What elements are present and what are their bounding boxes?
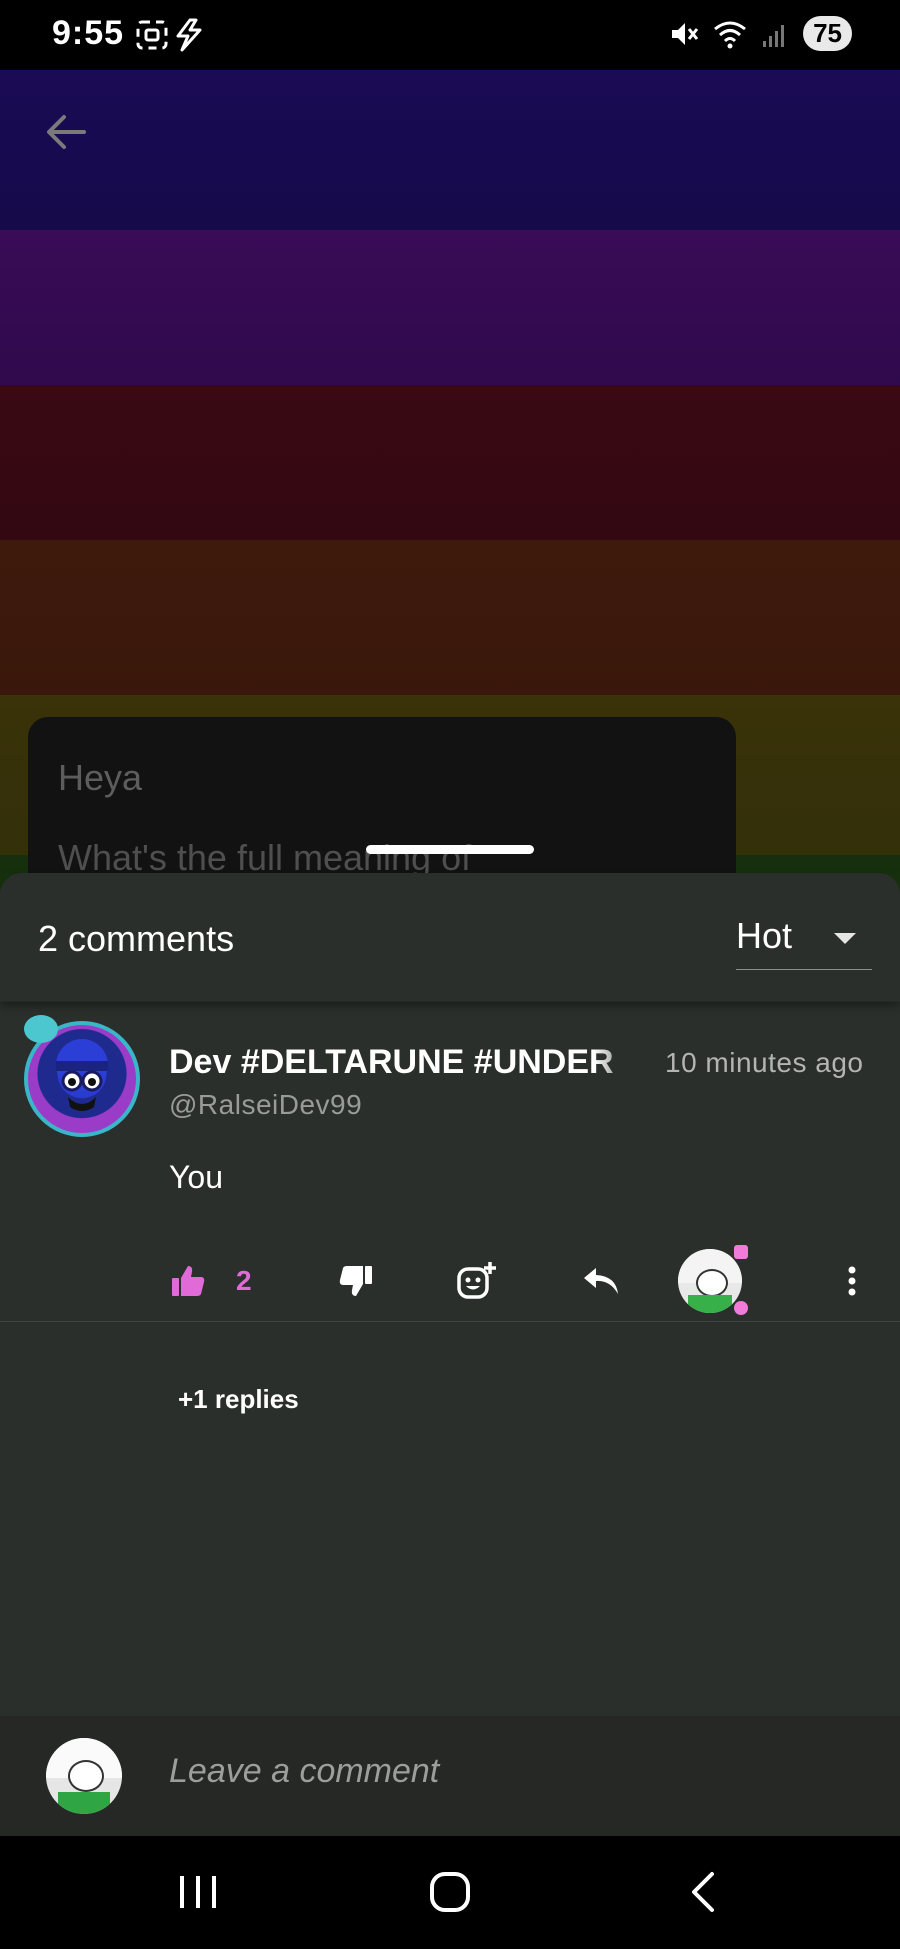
sort-dropdown[interactable]: Hot — [736, 913, 872, 970]
band-purple — [0, 230, 900, 385]
comments-header: 2 comments Hot — [0, 873, 900, 1002]
status-time: 9:55 — [52, 14, 125, 52]
chevron-down-icon — [834, 933, 856, 944]
comment-item: Dev #DELTARUNE #UNDER 10 minutes ago @Ra… — [0, 1001, 900, 1322]
comment-handle[interactable]: @RalseiDev99 — [169, 1089, 362, 1121]
author-fade — [594, 1037, 644, 1085]
mute-icon — [672, 22, 699, 45]
comment-actions: 2 — [0, 1241, 900, 1321]
user-avatar — [46, 1738, 122, 1814]
comment-compose-bar[interactable]: Leave a comment — [0, 1716, 900, 1836]
view-replies-button[interactable]: +1 replies — [178, 1384, 299, 1415]
heart-icon — [734, 1301, 748, 1315]
band-indigo — [0, 70, 900, 230]
reply-button[interactable] — [582, 1241, 620, 1321]
back-button[interactable] — [44, 110, 88, 159]
battery-indicator: 75 — [803, 16, 852, 51]
screenshot-icon — [136, 18, 202, 52]
comment-timestamp: 10 minutes ago — [665, 1047, 864, 1078]
like-count: 2 — [236, 1265, 252, 1296]
creator-avatar — [678, 1249, 742, 1313]
thumbs-down-icon — [339, 1266, 372, 1296]
post-text-line1: Heya — [58, 757, 143, 798]
band-orange — [0, 540, 900, 695]
pink-badge-icon — [734, 1245, 748, 1259]
signal-icon — [763, 24, 785, 47]
more-options-button[interactable] — [846, 1241, 858, 1321]
chevron-left-icon — [692, 1872, 714, 1912]
status-bar: 9:55 75 — [0, 0, 900, 70]
avatar-badge-icon — [24, 1015, 58, 1043]
comment-input[interactable]: Leave a comment — [169, 1752, 439, 1791]
wifi-icon — [714, 21, 747, 48]
more-vertical-icon — [848, 1266, 856, 1296]
reply-icon — [584, 1268, 618, 1294]
comments-sheet: 2 comments Hot Dev #DELTARUNE #UNDER 10 … — [0, 873, 900, 1838]
home-icon — [430, 1872, 470, 1912]
creator-heart-avatar — [678, 1241, 748, 1321]
comments-count: 2 comments — [38, 918, 235, 959]
sheet-drag-handle[interactable] — [366, 845, 534, 854]
arrow-left-icon — [47, 115, 86, 149]
add-emoji-icon — [457, 1262, 496, 1299]
recent-apps-icon — [180, 1876, 216, 1908]
back-nav-button[interactable] — [688, 1866, 718, 1918]
dislike-button[interactable] — [338, 1241, 374, 1321]
thumbs-up-icon — [172, 1266, 205, 1296]
home-button[interactable] — [428, 1866, 472, 1918]
status-left-icons — [134, 18, 214, 57]
comment-author[interactable]: Dev #DELTARUNE #UNDER — [169, 1043, 635, 1082]
band-red — [0, 385, 900, 540]
status-right: 75 — [669, 16, 852, 51]
like-button[interactable]: 2 — [170, 1241, 252, 1321]
system-nav-bar — [0, 1836, 900, 1949]
recent-apps-button[interactable] — [178, 1866, 218, 1918]
add-reaction-button[interactable] — [456, 1241, 498, 1321]
sort-selected-label: Hot — [736, 915, 793, 956]
comment-body: You — [169, 1159, 223, 1195]
